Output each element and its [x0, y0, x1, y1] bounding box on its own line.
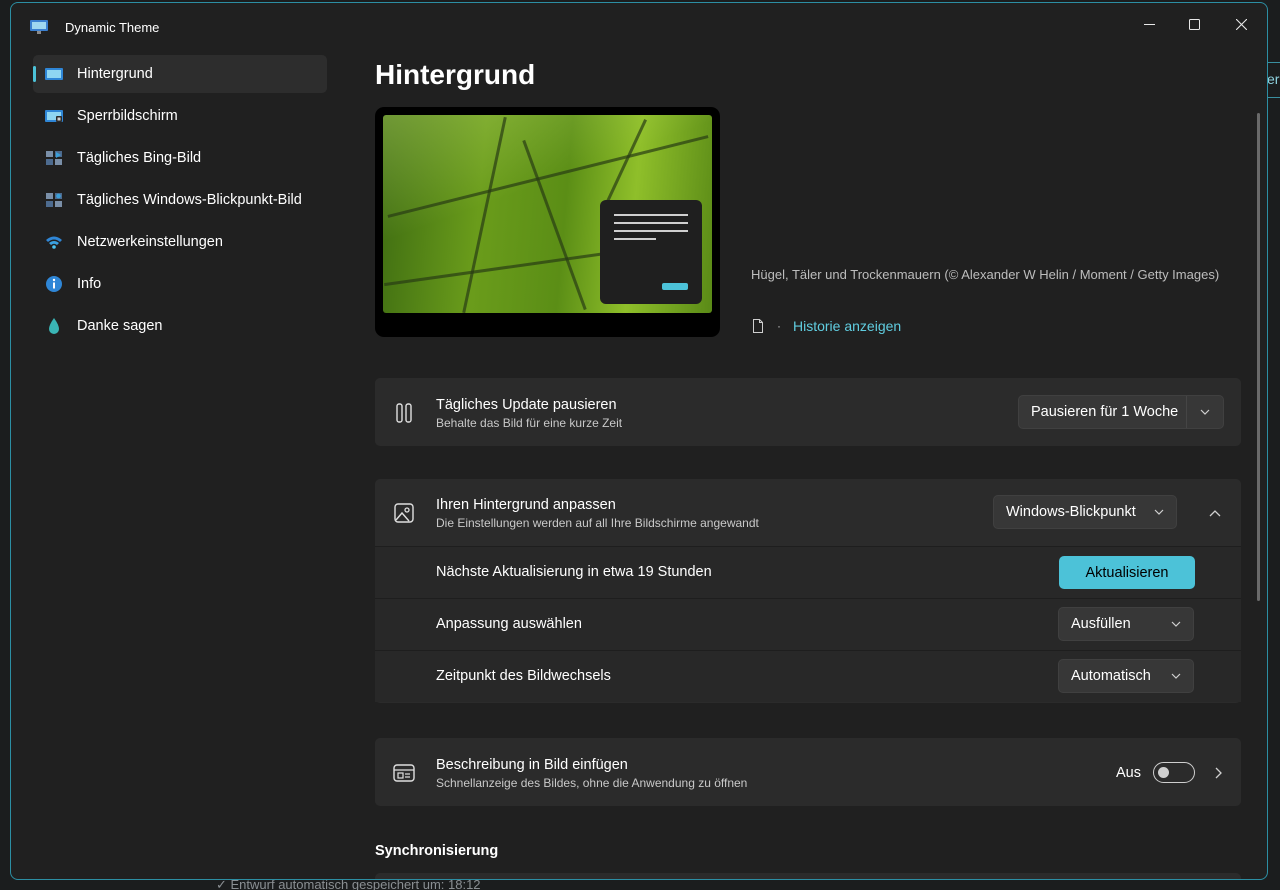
- sidebar-item-label: Sperrbildschirm: [77, 108, 178, 124]
- scrollbar[interactable]: [1257, 113, 1260, 601]
- pause-icon: [393, 402, 415, 424]
- sidebar-item-bing-bild[interactable]: Tägliches Bing-Bild: [33, 139, 327, 177]
- sync-card: [375, 873, 1241, 879]
- sidebar-item-sperrbildschirm[interactable]: Sperrbildschirm: [33, 97, 327, 135]
- chevron-down-icon: [1142, 507, 1176, 517]
- pause-update-card: Tägliches Update pausieren Behalte das B…: [375, 378, 1241, 446]
- info-icon: [45, 275, 63, 293]
- history-row: · Historie anzeigen: [751, 318, 901, 334]
- pause-title: Tägliches Update pausieren: [436, 397, 617, 413]
- next-update-label: Nächste Aktualisierung in etwa 19 Stunde…: [436, 564, 712, 580]
- timing-label: Zeitpunkt des Bildwechsels: [436, 668, 611, 684]
- background-source-value: Windows-Blickpunkt: [1006, 504, 1136, 520]
- app-window: Dynamic Theme Hintergrund Sperrbildschir…: [10, 2, 1268, 880]
- sidebar-item-hintergrund[interactable]: Hintergrund: [33, 55, 327, 93]
- description-card[interactable]: Beschreibung in Bild einfügen Schnellanz…: [375, 738, 1241, 806]
- sidebar-item-info[interactable]: Info: [33, 265, 327, 303]
- chevron-down-icon: [1159, 671, 1193, 681]
- close-button[interactable]: [1218, 9, 1264, 39]
- lock-screen-icon: [45, 107, 63, 125]
- sidebar-nav: Hintergrund Sperrbildschirm Tägliches Bi…: [11, 55, 341, 349]
- spotlight-image-icon: [45, 191, 63, 209]
- fit-value: Ausfüllen: [1071, 616, 1131, 632]
- background-source-dropdown[interactable]: Windows-Blickpunkt: [993, 495, 1177, 529]
- toggle-state-label: Aus: [1116, 765, 1141, 781]
- description-toggle[interactable]: [1153, 762, 1195, 783]
- timing-value: Automatisch: [1071, 668, 1151, 684]
- maximize-icon: [1188, 18, 1200, 30]
- sidebar-item-label: Tägliches Windows-Blickpunkt-Bild: [77, 192, 302, 208]
- app-logo-icon: [29, 19, 49, 35]
- chevron-down-icon: [1187, 407, 1223, 417]
- sidebar-item-label: Tägliches Bing-Bild: [77, 150, 202, 166]
- sidebar-item-label: Danke sagen: [77, 318, 163, 334]
- minimize-icon: [1143, 23, 1155, 25]
- maximize-button[interactable]: [1171, 9, 1217, 39]
- chevron-down-icon: [1159, 619, 1193, 629]
- chevron-right-icon: [1212, 766, 1224, 784]
- customize-subtitle: Die Einstellungen werden auf all Ihre Bi…: [436, 516, 759, 530]
- timing-row: Zeitpunkt des Bildwechsels Automatisch: [375, 650, 1241, 702]
- preview-overlay-card: [600, 200, 702, 304]
- document-icon: [751, 319, 765, 333]
- customize-header-row[interactable]: Ihren Hintergrund anpassen Die Einstellu…: [375, 479, 1241, 546]
- pause-subtitle: Behalte das Bild für eine kurze Zeit: [436, 416, 623, 430]
- customize-background-card: Ihren Hintergrund anpassen Die Einstellu…: [375, 479, 1241, 703]
- chevron-up-icon[interactable]: [1209, 507, 1221, 525]
- page-title: Hintergrund: [375, 59, 536, 90]
- update-now-button[interactable]: Aktualisieren: [1059, 556, 1195, 589]
- sidebar-item-blickpunkt-bild[interactable]: Tägliches Windows-Blickpunkt-Bild: [33, 181, 327, 219]
- pause-duration-dropdown[interactable]: Pausieren für 1 Woche: [1018, 395, 1224, 429]
- pause-duration-value: Pausieren für 1 Woche: [1019, 396, 1187, 428]
- monitor-icon: [45, 65, 63, 83]
- description-title: Beschreibung in Bild einfügen: [436, 757, 628, 773]
- window-title: Dynamic Theme: [65, 20, 160, 35]
- wallpaper-image: [383, 115, 712, 313]
- separator-dot: ·: [777, 319, 781, 333]
- fit-dropdown[interactable]: Ausfüllen: [1058, 607, 1194, 641]
- bing-image-icon: [45, 149, 63, 167]
- close-icon: [1235, 18, 1247, 30]
- wifi-icon: [45, 233, 63, 251]
- sync-section-title: Synchronisierung: [375, 843, 499, 859]
- customize-title: Ihren Hintergrund anpassen: [436, 497, 616, 513]
- sidebar-item-label: Hintergrund: [77, 66, 153, 82]
- thanks-icon: [45, 317, 63, 335]
- image-icon: [393, 502, 415, 524]
- sidebar-item-netzwerk[interactable]: Netzwerkeinstellungen: [33, 223, 327, 261]
- history-link[interactable]: Historie anzeigen: [793, 318, 901, 334]
- fit-row: Anpassung auswählen Ausfüllen: [375, 598, 1241, 650]
- sidebar-item-label: Info: [77, 276, 102, 292]
- description-subtitle: Schnellanzeige des Bildes, ohne die Anwe…: [436, 776, 748, 790]
- sidebar-item-danke[interactable]: Danke sagen: [33, 307, 327, 345]
- minimize-button[interactable]: [1126, 9, 1172, 39]
- timing-dropdown[interactable]: Automatisch: [1058, 659, 1194, 693]
- title-bar[interactable]: Dynamic Theme: [11, 3, 1267, 47]
- next-update-row: Nächste Aktualisierung in etwa 19 Stunde…: [375, 546, 1241, 598]
- fit-label: Anpassung auswählen: [436, 616, 582, 632]
- description-overlay-icon: [393, 762, 415, 784]
- sidebar-item-label: Netzwerkeinstellungen: [77, 234, 223, 250]
- image-caption: Hügel, Täler und Trockenmauern (© Alexan…: [751, 267, 1220, 282]
- wallpaper-preview: [375, 107, 720, 337]
